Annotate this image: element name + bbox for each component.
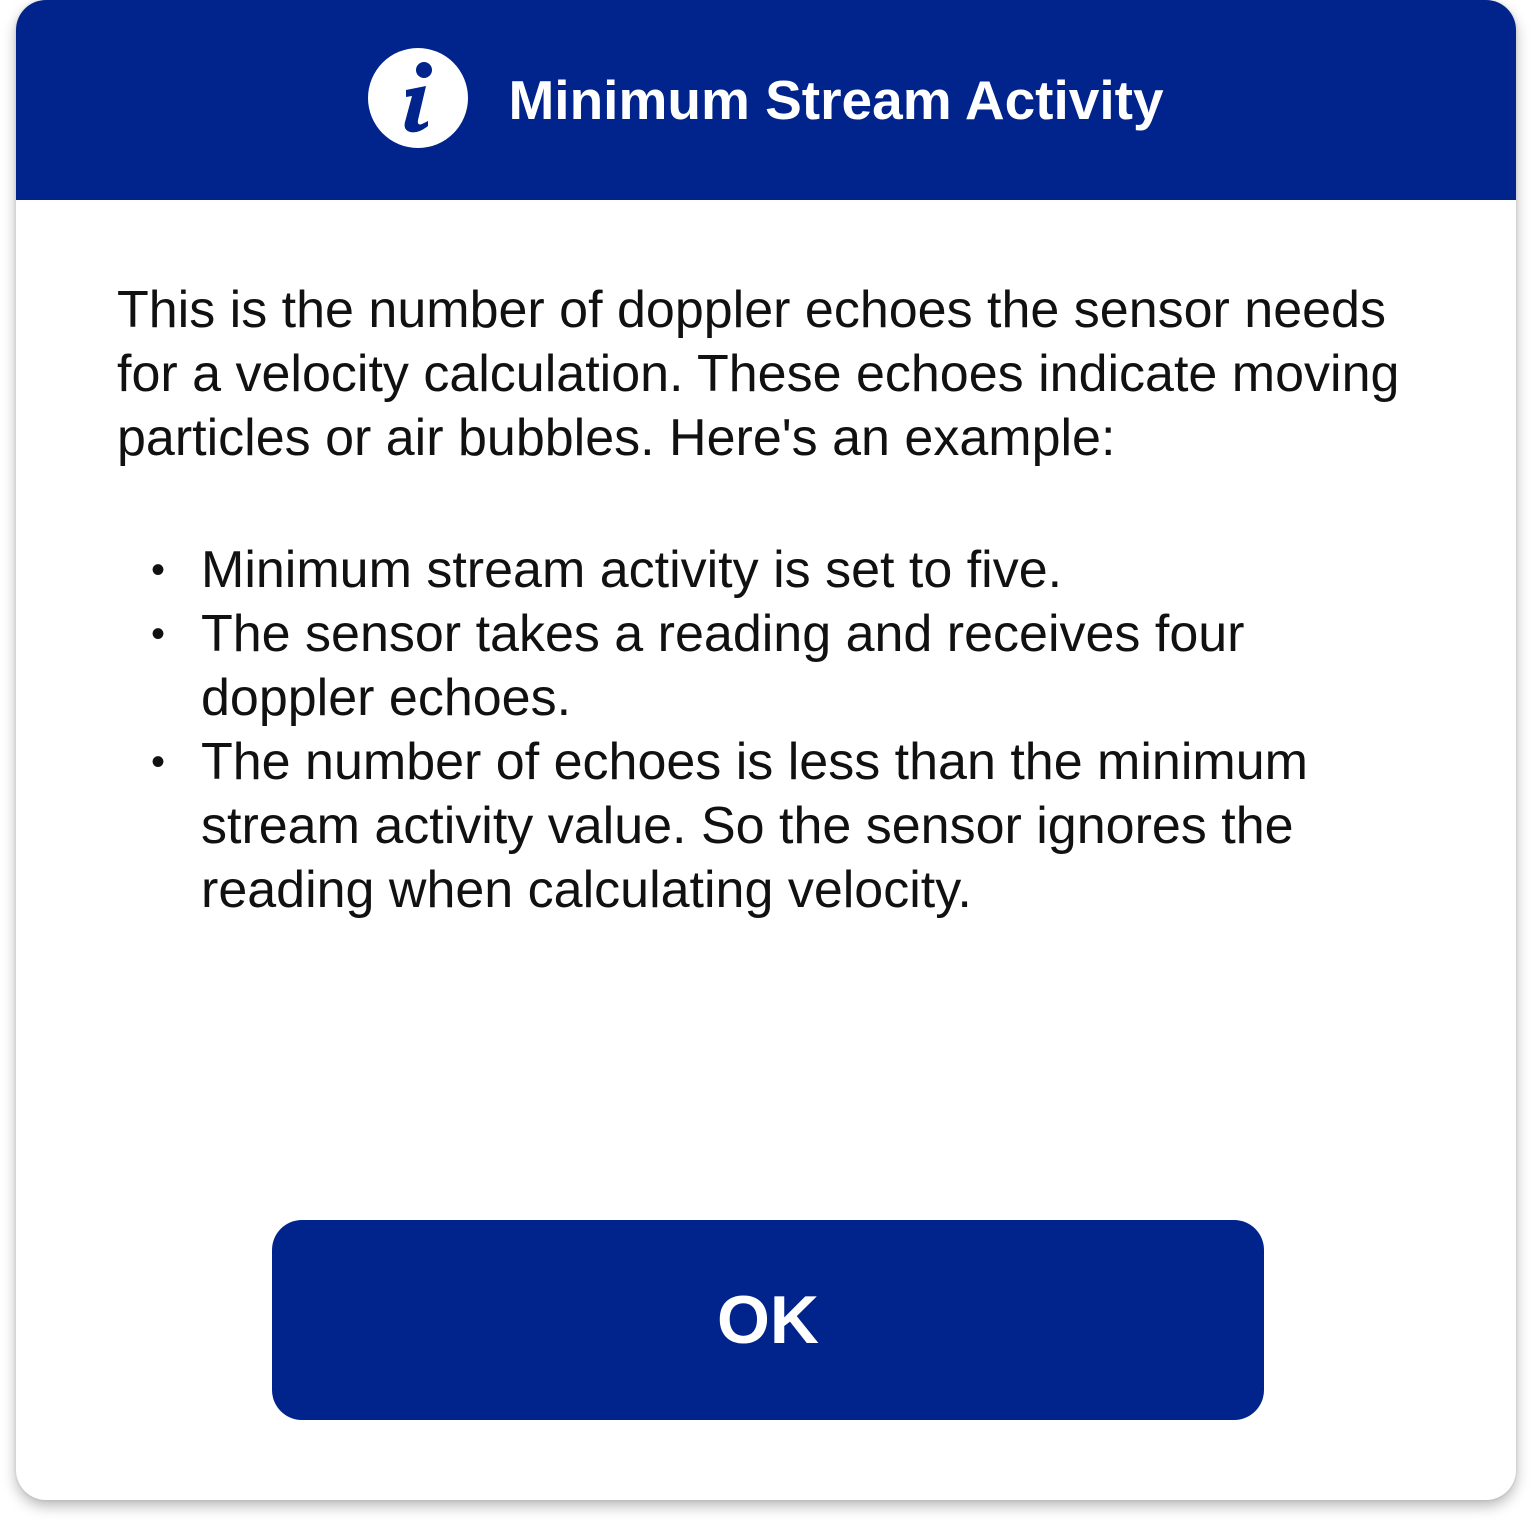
list-item: • The sensor takes a reading and receive…	[117, 602, 1417, 730]
list-item-text: Minimum stream activity is set to five.	[201, 541, 1063, 599]
info-icon	[368, 48, 469, 148]
example-list: • Minimum stream activity is set to five…	[117, 538, 1417, 922]
info-dialog: Minimum Stream Activity This is the numb…	[16, 0, 1516, 1500]
ok-button[interactable]: OK	[272, 1220, 1264, 1420]
list-item-text: The number of echoes is less than the mi…	[201, 733, 1308, 919]
dialog-title: Minimum Stream Activity	[508, 69, 1164, 131]
dialog-body: This is the number of doppler echoes the…	[117, 278, 1417, 922]
dialog-description: This is the number of doppler echoes the…	[117, 281, 1400, 467]
bullet-icon: •	[151, 612, 166, 656]
list-item: • The number of echoes is less than the …	[117, 730, 1417, 922]
list-item-text: The sensor takes a reading and receives …	[201, 605, 1245, 727]
dialog-header: Minimum Stream Activity	[16, 0, 1516, 200]
list-item: • Minimum stream activity is set to five…	[117, 538, 1417, 602]
bullet-icon: •	[151, 740, 166, 784]
bullet-icon: •	[151, 548, 166, 592]
